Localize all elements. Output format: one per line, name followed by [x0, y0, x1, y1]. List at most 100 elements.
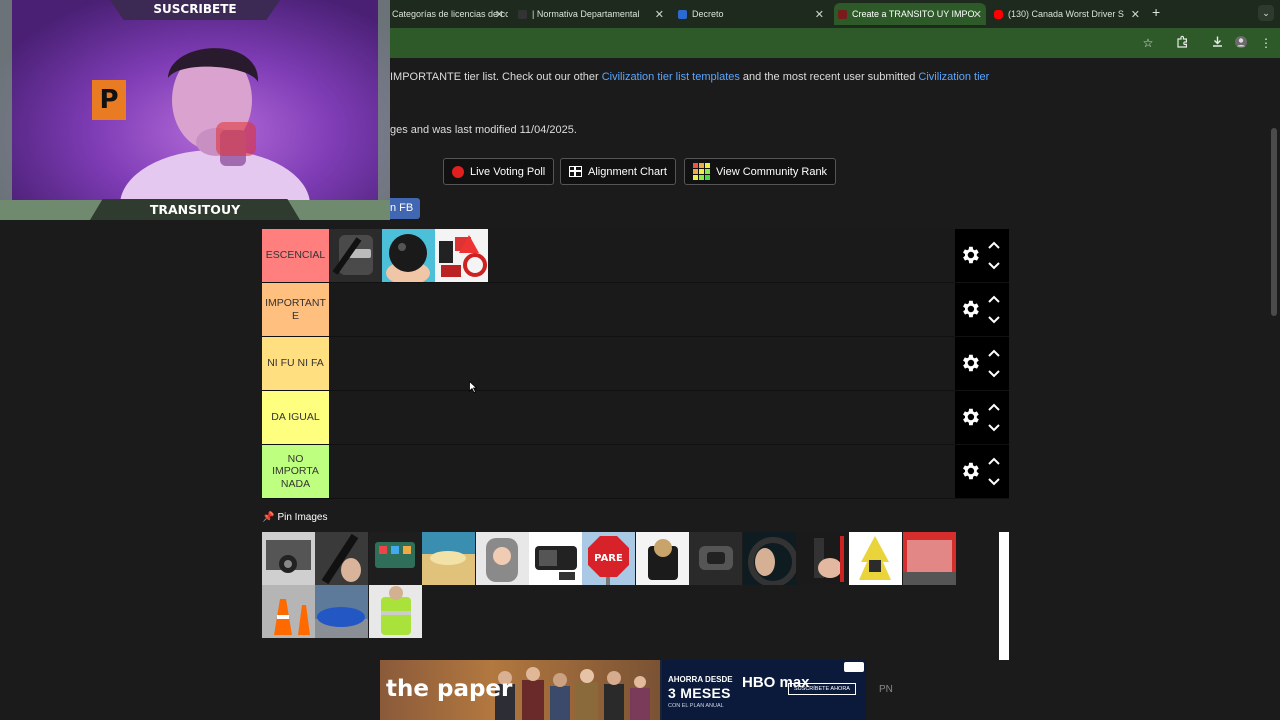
tab-close-icon[interactable]: ✕	[495, 8, 504, 21]
chevron-up-icon[interactable]	[987, 294, 1001, 304]
rank-grid-icon	[693, 163, 710, 180]
page-scrollbar[interactable]	[1271, 128, 1277, 316]
tier-controls	[955, 445, 1009, 498]
tier-label[interactable]: ESCENCIAL	[262, 229, 329, 282]
tab-close-icon[interactable]: ✕	[655, 8, 664, 21]
tier-image-seatbelt[interactable]	[329, 229, 382, 282]
tier-image-emergency-kit[interactable]	[435, 229, 488, 282]
webcam-frame-left	[0, 0, 12, 200]
pool-image[interactable]	[902, 532, 956, 585]
tier-controls	[955, 229, 1009, 282]
chevron-down-icon[interactable]	[987, 261, 1001, 271]
pool-image[interactable]	[422, 532, 476, 585]
pool-image[interactable]	[475, 532, 529, 585]
menu-icon[interactable]: ⋮	[1258, 35, 1274, 51]
tab-close-icon[interactable]: ✕	[815, 8, 824, 21]
pin-images-toggle[interactable]: 📌 Pin Images	[262, 512, 327, 523]
chevron-down-icon[interactable]	[987, 369, 1001, 379]
pool-image[interactable]	[262, 532, 315, 585]
pool-image[interactable]	[262, 585, 315, 638]
templates-link[interactable]: Civilization tier list templates	[602, 71, 740, 83]
new-tab-button[interactable]: +	[1152, 4, 1160, 20]
download-icon[interactable]	[1209, 35, 1225, 51]
mouse-cursor-icon	[469, 381, 477, 393]
pool-image[interactable]	[795, 532, 849, 585]
extensions-icon[interactable]	[1174, 35, 1190, 51]
chevron-down-icon[interactable]	[987, 477, 1001, 487]
advertisement-banner[interactable]: the paper AHORRA DESDE 3 MESES CON EL PL…	[380, 660, 866, 720]
tab-title: | Normativa Departamental	[532, 9, 640, 19]
tier-row: DA IGUAL	[262, 391, 1009, 445]
live-voting-poll-button[interactable]: Live Voting Poll	[443, 158, 555, 185]
tab-close-icon[interactable]: ✕	[973, 8, 982, 21]
tier-image-helmet[interactable]	[382, 229, 435, 282]
ad-promo-line: 3 MESES	[668, 685, 731, 701]
pool-image[interactable]	[849, 532, 903, 585]
pushpin-icon: 📌	[262, 512, 275, 523]
tier-items	[329, 229, 488, 282]
ad-choices-icon[interactable]	[844, 662, 864, 672]
streamer-video	[120, 48, 310, 220]
tab-title: Categorías de licencias de co	[392, 9, 508, 19]
tab-favicon-icon	[518, 9, 527, 19]
profile-icon[interactable]	[1233, 35, 1249, 51]
pool-image[interactable]	[315, 532, 369, 585]
image-pool: PARE	[262, 532, 957, 638]
tier-label[interactable]: NI FU NI FA	[262, 337, 329, 390]
chevron-up-icon[interactable]	[987, 240, 1001, 250]
pool-image[interactable]	[528, 532, 582, 585]
gear-icon[interactable]	[959, 352, 981, 374]
ad-promo-line: CON EL PLAN ANUAL	[668, 703, 724, 709]
tier-list: ESCENCIAL IMPORTANTE NI FU NI FA DA IGUA…	[262, 229, 1009, 499]
chevron-up-icon[interactable]	[987, 456, 1001, 466]
tier-controls	[955, 283, 1009, 336]
button-label: View Community Rank	[716, 165, 828, 178]
chevron-down-icon[interactable]	[987, 315, 1001, 325]
ad-people-illustration	[495, 667, 650, 720]
tier-controls	[955, 391, 1009, 444]
pool-image[interactable]	[742, 532, 796, 585]
alignment-chart-button[interactable]: Alignment Chart	[560, 158, 676, 185]
description-text: and the most recent user submitted	[739, 71, 919, 83]
youtube-icon	[994, 9, 1003, 19]
pool-image[interactable]	[368, 532, 422, 585]
browser-tab[interactable]: Decreto ✕	[678, 3, 828, 25]
tier-row: IMPORTANTE	[262, 283, 1009, 337]
browser-tab[interactable]: | Normativa Departamental ✕	[518, 3, 668, 25]
pool-image[interactable]: PARE	[582, 532, 636, 585]
image-pool-scrollbar[interactable]	[999, 532, 1009, 660]
last-modified-text: ges and was last modified 11/04/2025.	[390, 124, 577, 136]
browser-tab[interactable]: (130) Canada Worst Driver S ✕	[994, 3, 1144, 25]
tab-favicon-icon	[838, 9, 847, 19]
ad-cta-button[interactable]: SUSCRÍBETE AHORA	[788, 683, 856, 695]
tier-label[interactable]: IMPORTANTE	[262, 283, 329, 336]
side-text: PN	[879, 684, 893, 695]
chevron-down-icon[interactable]	[987, 423, 1001, 433]
browser-tab[interactable]: Categorías de licencias de co ✕	[378, 3, 508, 25]
view-community-rank-button[interactable]: View Community Rank	[684, 158, 837, 185]
gear-icon[interactable]	[959, 298, 981, 320]
pool-image[interactable]	[368, 585, 422, 638]
tab-title: (130) Canada Worst Driver S	[1008, 9, 1124, 19]
ad-promo-line: AHORRA DESDE	[668, 675, 733, 684]
chevron-up-icon[interactable]	[987, 348, 1001, 358]
tier-label[interactable]: NO IMPORTA NADA	[262, 445, 329, 498]
tab-search-button[interactable]: ⌄	[1258, 5, 1274, 21]
tab-title: Create a TRANSITO UY IMPO	[852, 9, 975, 19]
chevron-up-icon[interactable]	[987, 402, 1001, 412]
browser-tab-active[interactable]: Create a TRANSITO UY IMPO ✕	[834, 3, 986, 25]
tier-label[interactable]: DA IGUAL	[262, 391, 329, 444]
gear-icon[interactable]	[959, 460, 981, 482]
tab-close-icon[interactable]: ✕	[1131, 8, 1140, 21]
tab-favicon-icon	[678, 9, 687, 19]
user-submitted-link[interactable]: Civilization tier	[918, 71, 989, 83]
pool-image[interactable]	[315, 585, 369, 638]
star-icon[interactable]: ☆	[1140, 35, 1156, 51]
ad-headline: the paper	[386, 676, 513, 702]
gear-icon[interactable]	[959, 244, 981, 266]
tierlist-description: IMPORTANTE tier list. Check out our othe…	[390, 71, 989, 83]
svg-text:PARE: PARE	[595, 553, 624, 564]
pool-image[interactable]	[689, 532, 743, 585]
pool-image[interactable]	[635, 532, 689, 585]
gear-icon[interactable]	[959, 406, 981, 428]
